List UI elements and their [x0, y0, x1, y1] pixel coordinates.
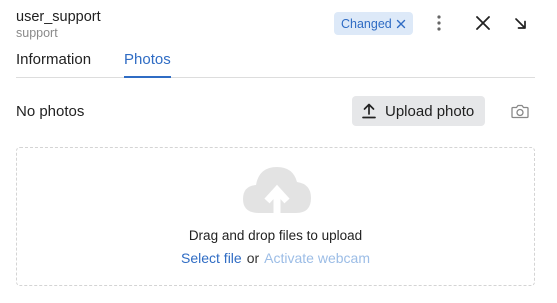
tab-photos[interactable]: Photos — [124, 50, 171, 69]
cloud-upload-icon — [243, 167, 311, 213]
record-header: user_support support — [16, 9, 101, 40]
camera-icon — [511, 104, 529, 118]
upload-photo-button[interactable]: Upload photo — [352, 96, 485, 126]
upload-icon — [362, 103, 376, 119]
record-title: user_support — [16, 9, 101, 25]
activate-webcam-link[interactable]: Activate webcam — [264, 250, 370, 266]
close-icon[interactable] — [396, 19, 406, 29]
close-icon — [476, 16, 490, 30]
tab-bar: Information Photos — [16, 50, 535, 78]
changed-badge[interactable]: Changed — [334, 12, 413, 35]
record-subtitle: support — [16, 26, 58, 40]
tab-information[interactable]: Information — [16, 50, 91, 69]
close-button[interactable] — [472, 11, 494, 35]
changed-badge-label: Changed — [341, 16, 392, 31]
active-tab-indicator — [124, 76, 171, 78]
empty-state-text: No photos — [16, 103, 85, 120]
photo-dropzone[interactable]: Drag and drop files to upload Select fil… — [16, 147, 535, 286]
dropzone-instruction: Drag and drop files to upload — [188, 228, 363, 243]
dropzone-actions: Select file or Activate webcam — [17, 250, 534, 266]
collapse-button[interactable] — [509, 11, 531, 35]
or-separator: or — [246, 250, 260, 266]
more-options-button[interactable] — [430, 11, 448, 35]
more-vertical-icon — [437, 15, 441, 31]
arrow-down-right-icon — [514, 17, 526, 29]
camera-button[interactable] — [506, 98, 534, 124]
select-file-link[interactable]: Select file — [181, 250, 242, 266]
upload-photo-label: Upload photo — [385, 102, 475, 120]
